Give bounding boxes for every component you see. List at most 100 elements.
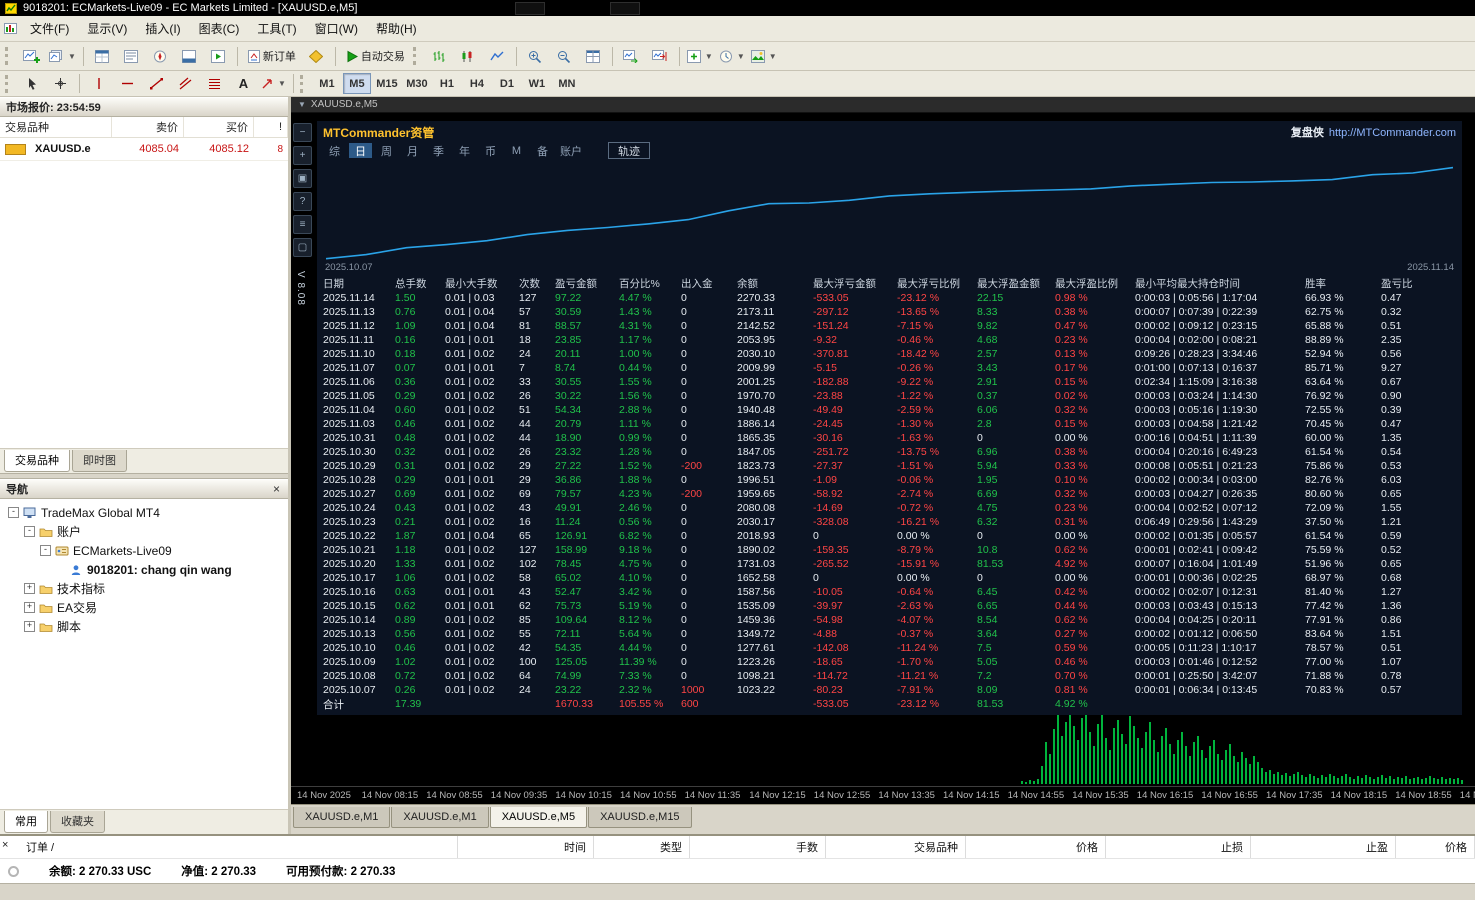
zoom-in-button[interactable] <box>521 45 550 68</box>
line-chart-button[interactable] <box>483 45 512 68</box>
horizontal-line-button[interactable] <box>113 72 142 95</box>
timeframe-mn[interactable]: MN <box>553 73 581 94</box>
zoom-out-button[interactable] <box>550 45 579 68</box>
navigator-item[interactable]: - ECMarkets-Live09 <box>2 541 286 560</box>
help-icon[interactable]: ? <box>293 192 312 211</box>
data-window-button[interactable] <box>117 45 146 68</box>
panel-tab[interactable]: M <box>505 143 528 158</box>
autotrading-button[interactable]: 自动交易 <box>340 45 411 68</box>
menu-icon[interactable]: ≡ <box>293 215 312 234</box>
panel-tab[interactable]: 日 <box>349 143 372 158</box>
menu-item[interactable]: 文件(F) <box>21 16 78 41</box>
terminal-button[interactable] <box>175 45 204 68</box>
tree-expander-icon[interactable]: - <box>24 526 35 537</box>
navigator-header[interactable]: 导航 × <box>0 479 288 499</box>
panel-tab[interactable]: 备 <box>531 143 554 158</box>
chart-window-icon[interactable] <box>4 22 18 35</box>
panel-tab[interactable]: 周 <box>375 143 398 158</box>
column-ask[interactable]: 买价 <box>184 117 254 137</box>
navigator-item[interactable]: + 脚本 <box>2 617 286 636</box>
navigator-tab[interactable]: 收藏夹 <box>50 811 105 833</box>
timeframe-w1[interactable]: W1 <box>523 73 551 94</box>
screenshot-icon[interactable]: ▣ <box>293 169 312 188</box>
vertical-line-button[interactable] <box>84 72 113 95</box>
navigator-button[interactable] <box>146 45 175 68</box>
timeframe-m15[interactable]: M15 <box>373 73 401 94</box>
navigator-item[interactable]: 9018201: chang qin wang <box>2 560 286 579</box>
panel-tab[interactable]: 综 <box>323 143 346 158</box>
toolbar-grip[interactable] <box>5 47 13 65</box>
tree-expander-icon[interactable]: - <box>40 545 51 556</box>
new-chart-button[interactable] <box>17 45 46 68</box>
column-bid[interactable]: 卖价 <box>112 117 184 137</box>
chart-canvas[interactable]: − + ▣? ≡ ▢ V 8.08 MTCommander资管 复盘侠 http://MT… <box>291 113 1475 786</box>
panel-tab[interactable]: 币 <box>479 143 502 158</box>
market-watch-button[interactable] <box>88 45 117 68</box>
profiles-button[interactable]: ▼ <box>46 45 79 68</box>
trendline-button[interactable] <box>142 72 171 95</box>
bar-chart-button[interactable] <box>425 45 454 68</box>
indicators-button[interactable]: ▼ <box>684 45 716 68</box>
window-control[interactable] <box>610 2 640 15</box>
navigator-tab[interactable]: 常用 <box>4 811 48 833</box>
collapse-icon[interactable]: − <box>293 123 312 142</box>
timeframe-m30[interactable]: M30 <box>403 73 431 94</box>
panel-tab[interactable]: 年 <box>453 143 476 158</box>
terminal-close-icon[interactable]: × <box>2 839 8 851</box>
templates-button[interactable]: ▼ <box>748 45 780 68</box>
close-icon[interactable]: × <box>271 482 282 496</box>
tile-windows-button[interactable] <box>579 45 608 68</box>
menu-item[interactable]: 帮助(H) <box>367 16 426 41</box>
fibonacci-button[interactable] <box>200 72 229 95</box>
timeframe-h1[interactable]: H1 <box>433 73 461 94</box>
crosshair-button[interactable] <box>46 72 75 95</box>
tree-expander-icon[interactable]: + <box>24 621 35 632</box>
chart-window-titlebar[interactable]: ▼ XAUUSD.e,M5 <box>291 97 1475 113</box>
navigator-item[interactable]: + EA交易 <box>2 598 286 617</box>
timeframe-m5[interactable]: M5 <box>342 73 371 94</box>
tree-expander-icon[interactable]: + <box>24 602 35 613</box>
time-axis[interactable]: 14 Nov 2025 14 Nov 08:15 14 Nov 08:55 14 No… <box>291 786 1475 804</box>
text-tool-button[interactable]: A <box>229 72 258 95</box>
panel-tab[interactable]: 账户 <box>557 143 585 158</box>
toolbar-grip[interactable] <box>412 47 421 65</box>
tree-expander-icon[interactable]: + <box>24 583 35 594</box>
column-spread[interactable]: ! <box>254 117 288 137</box>
cursor-button[interactable] <box>17 72 46 95</box>
navigator-item[interactable]: - TradeMax Global MT4 <box>2 503 286 522</box>
tree-expander-icon[interactable]: - <box>8 507 19 518</box>
panel-tab[interactable]: 季 <box>427 143 450 158</box>
new-order-button[interactable]: 新订单 <box>242 45 302 68</box>
metaeditor-button[interactable] <box>302 45 331 68</box>
periods-button[interactable]: ▼ <box>716 45 748 68</box>
menu-item[interactable]: 图表(C) <box>190 16 249 41</box>
panel-tab[interactable]: 月 <box>401 143 424 158</box>
timeframe-d1[interactable]: D1 <box>493 73 521 94</box>
menu-item[interactable]: 窗口(W) <box>306 16 367 41</box>
chart-tab[interactable]: XAUUSD.e,M1 <box>293 807 391 828</box>
toolbar-grip[interactable] <box>299 74 308 93</box>
market-watch-tab[interactable]: 交易品种 <box>4 450 70 472</box>
move-icon[interactable]: + <box>293 146 312 165</box>
auto-scroll-button[interactable] <box>617 45 646 68</box>
timeframe-m1[interactable]: M1 <box>313 73 341 94</box>
toolbar-grip[interactable] <box>5 74 13 93</box>
symbol-row[interactable]: XAUUSD.e 4085.04 4085.12 8 <box>0 138 288 161</box>
candlestick-chart-button[interactable] <box>454 45 483 68</box>
window-icon[interactable]: ▢ <box>293 238 312 257</box>
track-button[interactable]: 轨迹 <box>608 142 650 159</box>
timeframe-h4[interactable]: H4 <box>463 73 491 94</box>
chart-shift-button[interactable] <box>646 45 675 68</box>
chart-tab[interactable]: XAUUSD.e,M1 <box>391 807 489 828</box>
menu-item[interactable]: 工具(T) <box>248 16 305 41</box>
chart-tab[interactable]: XAUUSD.e,M5 <box>489 807 588 828</box>
window-control[interactable] <box>515 2 545 15</box>
channel-button[interactable] <box>171 72 200 95</box>
navigator-item[interactable]: + 技术指标 <box>2 579 286 598</box>
navigator-item[interactable]: - 账户 <box>2 522 286 541</box>
arrows-tool-button[interactable]: ▼ <box>258 72 289 95</box>
strategy-tester-button[interactable] <box>204 45 233 68</box>
market-watch-tab[interactable]: 即时图 <box>72 450 127 472</box>
watermark-url[interactable]: http://MTCommander.com <box>1329 127 1456 139</box>
market-watch-header[interactable]: 市场报价: 23:54:59 <box>0 97 288 117</box>
